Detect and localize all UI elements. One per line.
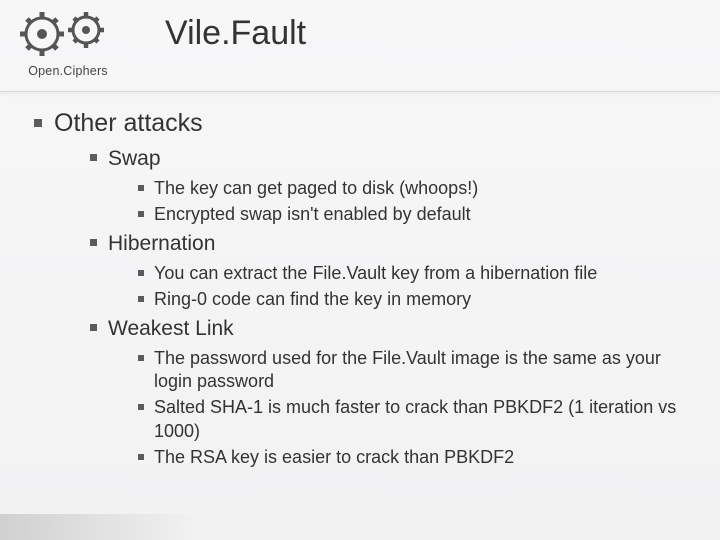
list-item-text: Encrypted swap isn't enabled by default	[154, 204, 471, 224]
section-title: Swap	[108, 147, 161, 170]
bullet-icon	[88, 230, 104, 246]
logo: Open.Ciphers	[8, 6, 128, 78]
list-item: Ring-0 code can find the key in memory	[136, 288, 700, 311]
slide-content: Other attacks Swap The key can get paged…	[0, 92, 720, 470]
outline-heading: Other attacks	[54, 109, 203, 137]
slide-title: Vile.Fault	[165, 14, 306, 53]
list-item-text: Ring-0 code can find the key in memory	[154, 289, 471, 309]
section-item: Swap The key can get paged to disk (whoo…	[88, 145, 700, 226]
section-title: Hibernation	[108, 232, 215, 255]
list-item-text: The RSA key is easier to crack than PBKD…	[154, 447, 514, 467]
list-item-text: The password used for the File.Vault ima…	[154, 348, 661, 391]
list-item: The key can get paged to disk (whoops!)	[136, 177, 700, 200]
bullet-icon	[88, 145, 104, 161]
logo-text: Open.Ciphers	[8, 64, 128, 78]
bullet-icon	[136, 446, 150, 460]
list-item: Encrypted swap isn't enabled by default	[136, 203, 700, 226]
list-item-text: Salted SHA-1 is much faster to crack tha…	[154, 397, 676, 440]
list-item: You can extract the File.Vault key from …	[136, 262, 700, 285]
bullet-icon	[136, 347, 150, 361]
slide: Open.Ciphers Vile.Fault Other attacks Sw…	[0, 0, 720, 540]
bullet-icon	[136, 203, 150, 217]
slide-header: Open.Ciphers Vile.Fault	[0, 0, 720, 92]
footer-shadow	[0, 514, 200, 540]
bullet-icon	[136, 396, 150, 410]
section-item: Hibernation You can extract the File.Vau…	[88, 230, 700, 311]
bullet-icon	[136, 177, 150, 191]
gears-icon	[8, 6, 128, 62]
list-item: Salted SHA-1 is much faster to crack tha…	[136, 396, 700, 443]
list-item: The password used for the File.Vault ima…	[136, 347, 700, 394]
list-item-text: You can extract the File.Vault key from …	[154, 263, 597, 283]
bullet-icon	[136, 262, 150, 276]
list-item: The RSA key is easier to crack than PBKD…	[136, 446, 700, 469]
section-title: Weakest Link	[108, 317, 234, 340]
list-item-text: The key can get paged to disk (whoops!)	[154, 178, 478, 198]
outline-heading-item: Other attacks Swap The key can get paged…	[30, 108, 700, 470]
bullet-icon	[136, 288, 150, 302]
bullet-icon	[30, 108, 50, 128]
bullet-icon	[88, 315, 104, 331]
section-item: Weakest Link The password used for the F…	[88, 315, 700, 469]
